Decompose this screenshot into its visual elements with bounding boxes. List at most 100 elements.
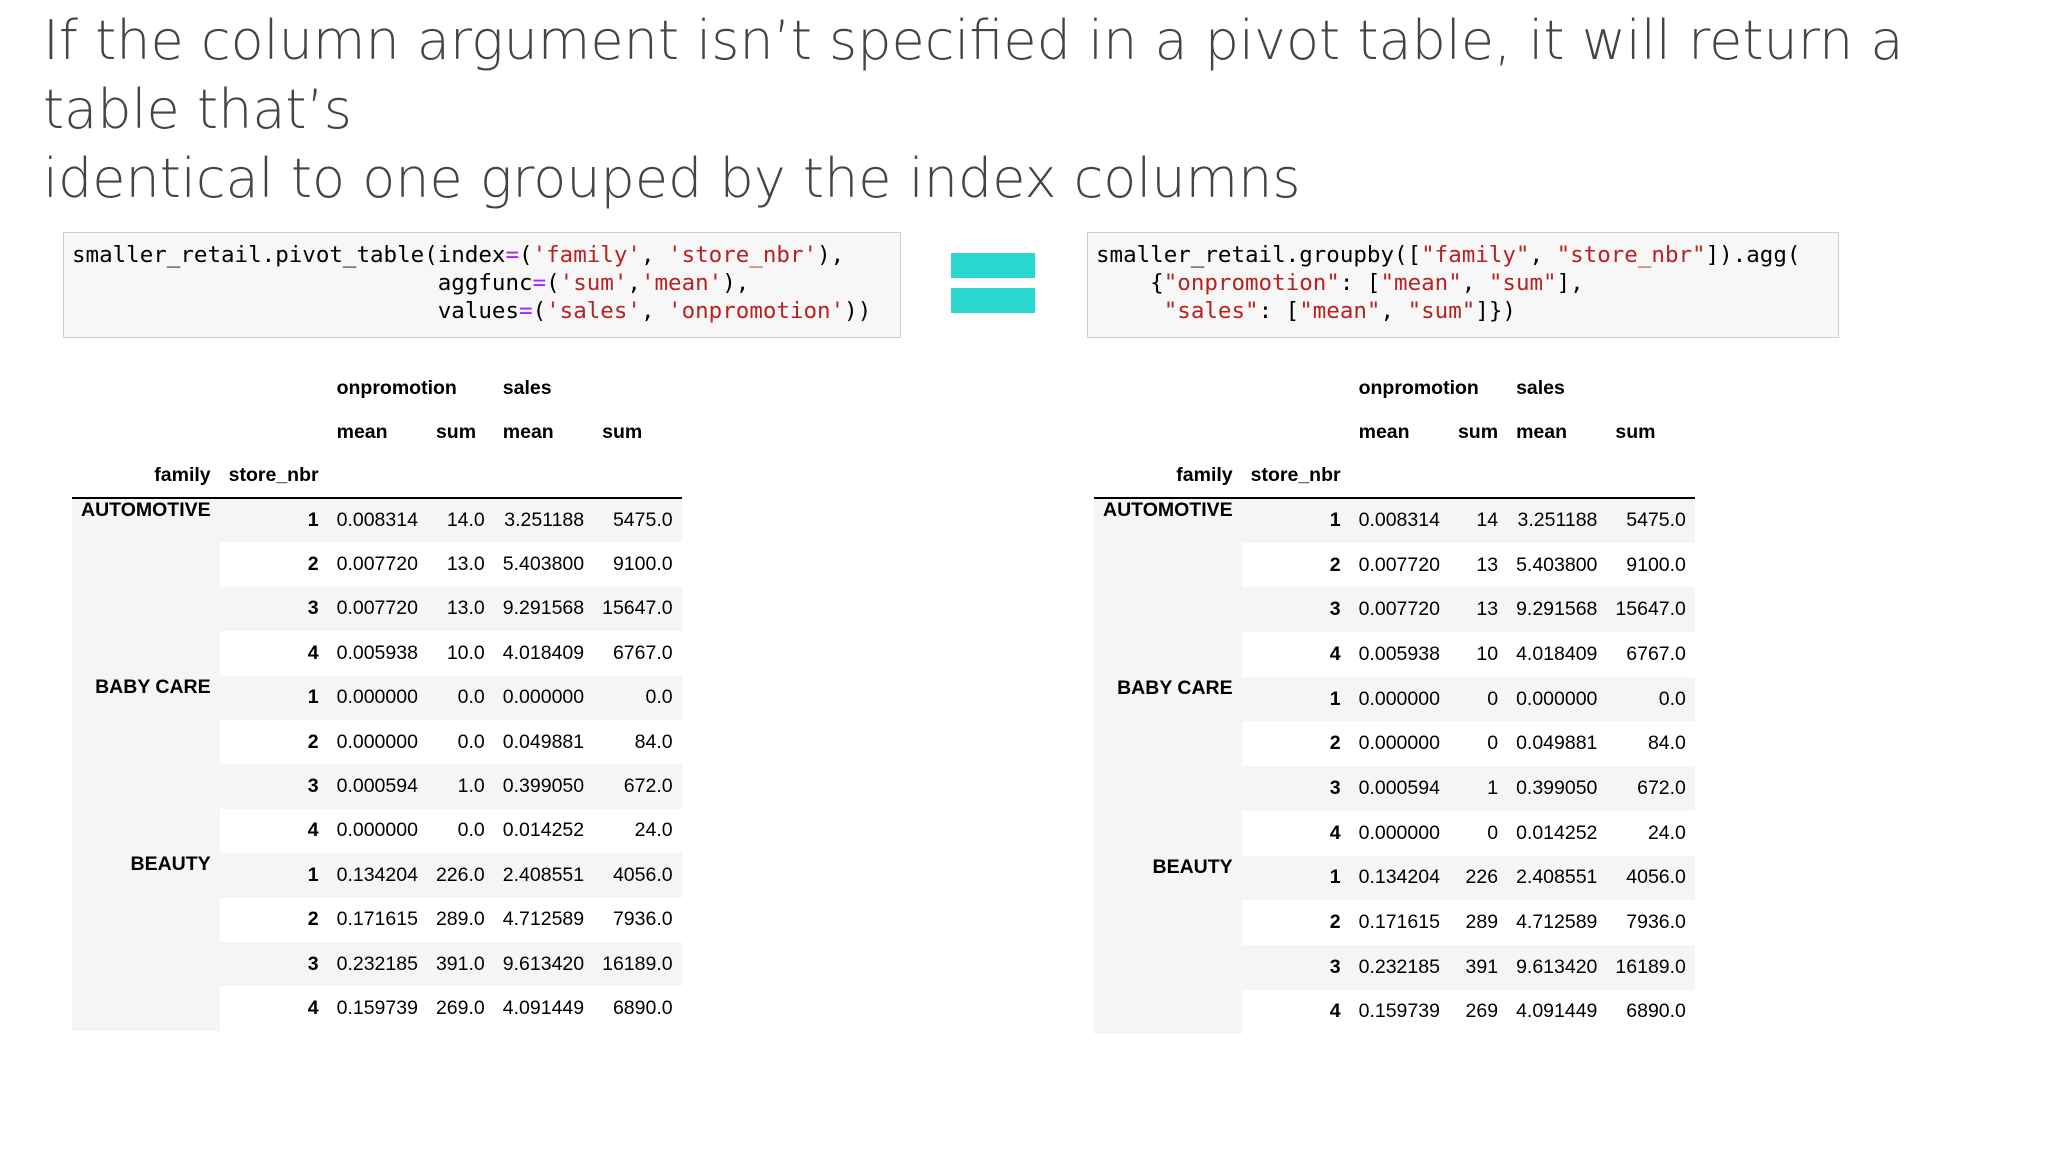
column-header: sum bbox=[602, 420, 643, 443]
code-token: aggfunc bbox=[72, 270, 533, 296]
code-token: = bbox=[505, 242, 520, 268]
code-token: = bbox=[519, 298, 533, 324]
table-cell: 13 bbox=[1448, 587, 1508, 633]
table-cell: 6767.0 bbox=[612, 641, 673, 664]
table-cell: 672.0 bbox=[1606, 766, 1695, 811]
header-row-groups: onpromotion sales bbox=[1094, 366, 1695, 410]
table-cell: 14.0 bbox=[426, 498, 494, 543]
column-header: mean bbox=[1516, 420, 1568, 443]
table-cell: 13.0 bbox=[426, 586, 494, 632]
header-blank bbox=[1094, 410, 1242, 454]
table-cell: 4.018409 bbox=[1516, 642, 1598, 665]
table-cell: 4.091449 bbox=[1516, 1000, 1598, 1023]
table-body: AUTOMOTIVE 1 0.008314 14 3.251188 5475.0 2 0.00… bbox=[1094, 498, 1695, 1035]
table-cell: 391.0 bbox=[426, 941, 494, 987]
table-cell: 0.000594 bbox=[1349, 766, 1449, 811]
table-cell: 4056.0 bbox=[1606, 855, 1695, 901]
table-row: AUTOMOTIVE 1 0.008314 14.0 3.251188 5475.0 bbox=[72, 498, 682, 676]
table-cell: 0.000594 bbox=[327, 764, 427, 809]
table-cell: 9100.0 bbox=[612, 553, 673, 576]
table-cell: 269 bbox=[1465, 1000, 1499, 1023]
header-blank bbox=[493, 454, 594, 499]
table-cell: 0.000000 bbox=[1507, 676, 1607, 722]
store-nbr-index-cell: 4 bbox=[307, 996, 319, 1019]
table-cell: 0.0 bbox=[457, 819, 485, 842]
index-name-header: family bbox=[72, 454, 220, 499]
store-nbr-index-cell: 3 bbox=[1241, 766, 1350, 811]
table-cell: 1 bbox=[1448, 766, 1508, 811]
table-body: AUTOMOTIVE 1 0.008314 14.0 3.251188 5475.0 2 0.… bbox=[72, 498, 682, 1031]
table-cell: 0.0 bbox=[457, 730, 485, 753]
table-cell: 7936.0 bbox=[1626, 911, 1686, 934]
table-cell: 0.007720 bbox=[1349, 587, 1449, 633]
table-cell: 2.408551 bbox=[1507, 855, 1607, 901]
code-token: "store_nbr" bbox=[1556, 242, 1706, 268]
code-line: smaller_retail.groupby(["family", "store… bbox=[1096, 241, 1838, 269]
table-cell: 6767.0 bbox=[1626, 642, 1686, 665]
equals-sign-top-bar bbox=[951, 253, 1035, 278]
code-line: "sales": ["mean", "sum"]}) bbox=[1096, 297, 1838, 325]
code-token: , bbox=[640, 298, 669, 324]
code-token: )) bbox=[844, 298, 872, 324]
column-header: mean bbox=[336, 420, 388, 443]
table-cell: 13 bbox=[1476, 553, 1499, 576]
table-cell: 0 bbox=[1487, 732, 1499, 755]
store-nbr-index-cell: 3 bbox=[219, 586, 328, 632]
index-name-header: store_nbr bbox=[219, 454, 328, 499]
column-group-header: onpromotion bbox=[336, 376, 457, 399]
column-group-header: onpromotion bbox=[1358, 376, 1479, 399]
table-cell: 24.0 bbox=[634, 819, 673, 842]
code-token: "mean" bbox=[1380, 270, 1462, 296]
code-token: 'store_nbr' bbox=[668, 242, 818, 268]
pivot-table-code-cell[interactable]: smaller_retail.pivot_table(index=('famil… bbox=[63, 232, 901, 338]
equals-sign-bottom-bar bbox=[951, 288, 1035, 313]
code-token: "sales" bbox=[1163, 298, 1259, 324]
table-cell: 9.613420 bbox=[493, 941, 594, 987]
table-cell: 0.232185 bbox=[327, 941, 427, 987]
code-token: smaller_retail.pivot_table(index bbox=[72, 242, 506, 268]
code-token: "mean" bbox=[1299, 298, 1381, 324]
table-cell: 226.0 bbox=[426, 853, 494, 898]
store-nbr-index-cell: 1 bbox=[219, 853, 328, 898]
table-cell: 9.613420 bbox=[1507, 944, 1607, 990]
family-index-cell: BABY CARE bbox=[1094, 676, 1242, 856]
code-token: "sum" bbox=[1488, 270, 1557, 296]
code-token: 'onpromotion' bbox=[668, 298, 845, 324]
code-token: : [ bbox=[1258, 298, 1300, 324]
table-cell: 7936.0 bbox=[612, 908, 673, 931]
table-cell: 0.005938 bbox=[1358, 642, 1440, 665]
store-nbr-index-cell: 4 bbox=[307, 819, 319, 842]
code-token: ), bbox=[817, 242, 845, 268]
store-nbr-index-cell: 2 bbox=[307, 553, 319, 576]
table-cell: 5.403800 bbox=[1516, 553, 1598, 576]
table-cell: 0.159739 bbox=[1358, 1000, 1440, 1023]
column-header: sum bbox=[1457, 420, 1499, 443]
groupby-code-cell[interactable]: smaller_retail.groupby(["family", "store… bbox=[1087, 232, 1839, 338]
table-cell: 0.171615 bbox=[336, 908, 418, 931]
store-nbr-index-cell: 1 bbox=[1241, 855, 1350, 901]
table-cell: 15647.0 bbox=[1606, 587, 1695, 633]
family-index-cell: BEAUTY bbox=[72, 853, 220, 1031]
column-header: sum bbox=[435, 420, 477, 443]
code-token: , bbox=[640, 242, 669, 268]
family-index-cell: BABY CARE bbox=[72, 675, 220, 854]
slide-title-line-2: identical to one grouped by the index co… bbox=[43, 147, 1301, 210]
store-nbr-index-cell: 3 bbox=[1241, 587, 1350, 633]
store-nbr-index-cell: 2 bbox=[307, 908, 319, 931]
header-blank bbox=[220, 410, 328, 454]
code-token: smaller_retail.groupby([ bbox=[1096, 242, 1422, 268]
table-cell: 0.008314 bbox=[1349, 498, 1449, 543]
table-cell: 289.0 bbox=[435, 908, 485, 931]
code-token: 'family' bbox=[532, 242, 641, 268]
table-cell: 0.000000 bbox=[1358, 732, 1440, 755]
table-cell: 0.000000 bbox=[336, 819, 418, 842]
table-cell: 0.007720 bbox=[1358, 553, 1440, 576]
table-cell: 0.049881 bbox=[1516, 732, 1598, 755]
store-nbr-index-cell: 2 bbox=[307, 730, 319, 753]
index-name-header: family bbox=[1094, 454, 1242, 499]
table-cell: 5475.0 bbox=[1606, 498, 1695, 543]
code-token: ( bbox=[546, 270, 560, 296]
store-nbr-index-cell: 1 bbox=[219, 498, 328, 543]
column-group-header: sales bbox=[502, 376, 552, 399]
